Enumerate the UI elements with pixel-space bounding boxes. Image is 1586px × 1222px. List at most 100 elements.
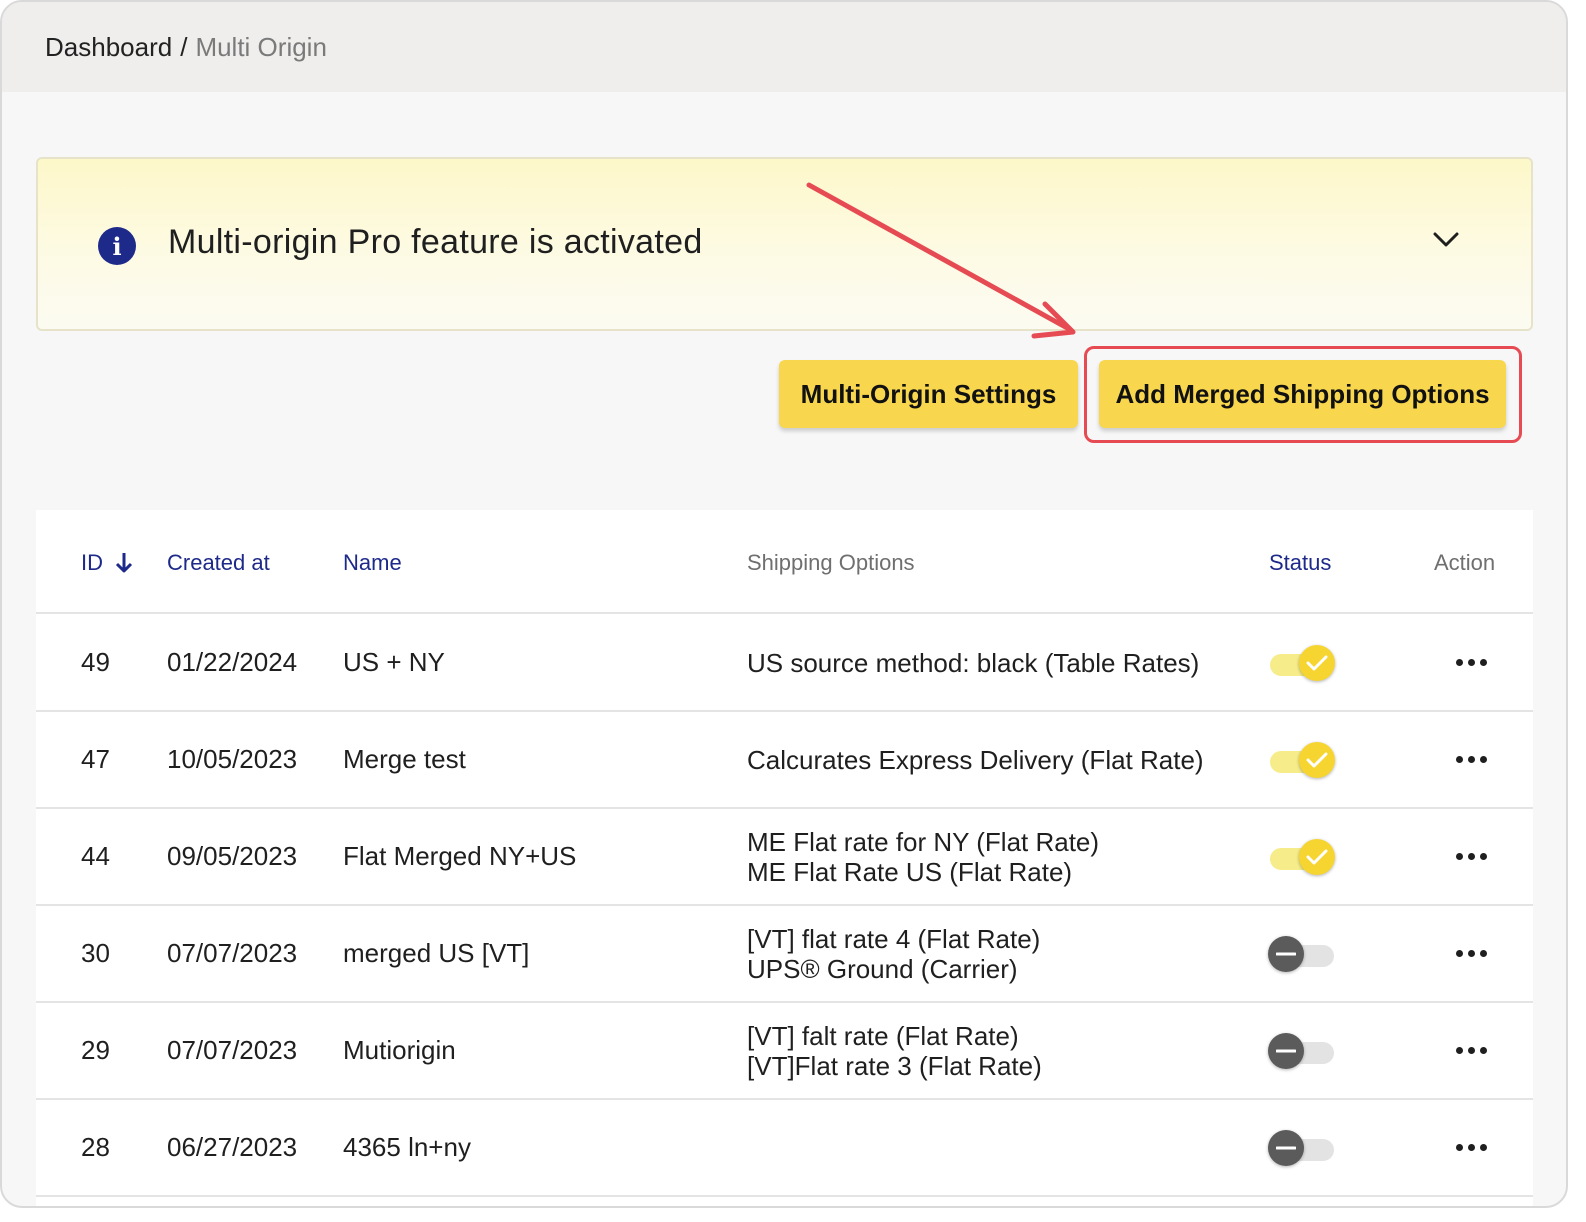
dot [1456,756,1463,763]
cell-shipping-options: [VT] flat rate 4 (Flat Rate) UPS® Ground … [747,906,1040,1001]
more-options-icon[interactable] [1454,750,1489,769]
shipping-option-line: ME Flat Rate US (Flat Rate) [747,856,1073,887]
status-toggle[interactable] [1268,740,1336,780]
cell-status [1268,1003,1336,1098]
column-header-action: Action [1434,550,1496,575]
dot [1456,853,1463,860]
dot [1480,756,1487,763]
dot [1480,853,1487,860]
cell-created-at: 07/07/2023 [167,938,298,968]
cell-shipping-options: [VT] falt rate (Flat Rate) [VT]Flat rate … [747,1003,1042,1098]
cell-shipping-options: ME Flat rate for NY (Flat Rate) ME Flat R… [747,809,1099,904]
check-icon [1299,741,1335,778]
cell-action [1454,809,1489,904]
status-toggle[interactable] [1268,934,1336,974]
cell-action [1454,1100,1489,1195]
cell-action [1454,712,1489,807]
cell-created-at: 09/05/2023 [167,841,298,871]
table-row: 44 09/05/2023 Flat Merged NY+US ME Flat rat… [36,809,1533,906]
cell-status [1268,712,1336,807]
cell-name: Mutiorigin [343,1035,456,1065]
dot [1456,1144,1463,1151]
dot [1468,659,1475,666]
minus-icon [1268,1032,1304,1069]
cell-created-at: 06/27/2023 [167,1132,298,1162]
cell-shipping-options: US source method: black (Table Rates) [747,615,1199,710]
column-header-status[interactable]: Status [1269,550,1331,576]
chevron-down-icon[interactable] [1431,225,1461,255]
dot [1480,950,1487,957]
breadcrumb-separator: / [180,31,188,62]
banner-message: Multi-origin Pro feature is activated [168,223,703,261]
dot [1468,756,1475,763]
table-header: ID Created at Name Shipping Options Stat… [36,510,1533,614]
shipping-option-line: [VT] flat rate 4 (Flat Rate) [747,923,1041,954]
cell-status [1268,1100,1336,1195]
cell-action [1454,906,1489,1001]
more-options-icon[interactable] [1454,847,1489,866]
cell-id: 47 [81,744,110,774]
dot [1468,1047,1475,1054]
dot [1480,1047,1487,1054]
cell-status [1268,615,1336,710]
status-toggle[interactable] [1268,837,1336,877]
annotation-arrow [806,182,1076,339]
dot [1468,853,1475,860]
app-window: Dashboard / Multi Origin i Multi-origin … [0,0,1568,1208]
dot [1480,1144,1487,1151]
check-icon [1299,644,1335,681]
column-header-created-at[interactable]: Created at [167,550,270,576]
cell-status [1268,906,1336,1001]
cell-name: US + NY [343,647,445,677]
feature-banner: i Multi-origin Pro feature is activated [36,157,1533,331]
cell-name: Merge test [343,744,466,774]
breadcrumb-dashboard-link[interactable]: Dashboard [45,32,172,63]
breadcrumb-current: Multi Origin [195,31,327,62]
cell-created-at: 07/07/2023 [167,1035,298,1065]
merged-options-table: ID Created at Name Shipping Options Stat… [36,510,1533,1206]
table-row: 49 01/22/2024 US + NY US source method: bla… [36,615,1533,712]
cell-created-at: 10/05/2023 [167,744,298,774]
cell-action [1454,1003,1489,1098]
breadcrumb: Dashboard / Multi Origin [2,2,1566,92]
shipping-option-line: UPS® Ground (Carrier) [747,953,1018,984]
table-row: 30 07/07/2023 merged US [VT] [VT] flat rate… [36,906,1533,1003]
cell-id: 44 [81,841,110,871]
shipping-option-line: [VT]Flat rate 3 (Flat Rate) [747,1050,1042,1081]
minus-icon [1268,935,1304,972]
add-merged-shipping-options-button[interactable]: Add Merged Shipping Options [1099,360,1506,428]
shipping-option-line: [VT] falt rate (Flat Rate) [747,1020,1019,1051]
cell-name: 4365 ln+ny [343,1132,471,1162]
column-header-name[interactable]: Name [343,550,402,576]
table-row: 47 10/05/2023 Merge test Calcurates Express… [36,712,1533,809]
table-row: 29 07/07/2023 Mutiorigin [VT] falt rate (Fl… [36,1003,1533,1100]
status-toggle[interactable] [1268,643,1336,683]
dot [1468,1144,1475,1151]
table-row: 28 06/27/2023 4365 ln+ny [36,1100,1533,1197]
cell-name: Flat Merged NY+US [343,841,577,871]
check-icon [1299,838,1335,875]
multi-origin-settings-button[interactable]: Multi-Origin Settings [779,360,1078,428]
more-options-icon[interactable] [1454,944,1489,963]
cell-shipping-options: Calcurates Express Delivery (Flat Rate) [747,712,1204,807]
cell-action [1454,615,1489,710]
cell-created-at: 01/22/2024 [167,647,298,677]
dot [1456,1047,1463,1054]
shipping-option-line: US source method: black (Table Rates) [747,647,1200,678]
cell-id: 28 [81,1132,110,1162]
more-options-icon[interactable] [1454,653,1489,672]
column-header-shipping-options: Shipping Options [747,550,915,575]
arrow-down-icon [115,552,133,574]
cell-id: 30 [81,938,110,968]
cell-name: merged US [VT] [343,938,530,968]
status-toggle[interactable] [1268,1031,1336,1071]
status-toggle[interactable] [1268,1128,1336,1168]
cell-id: 49 [81,647,110,677]
more-options-icon[interactable] [1454,1138,1489,1157]
column-header-id[interactable]: ID [81,550,133,576]
cell-id: 29 [81,1035,110,1065]
info-icon: i [98,227,136,265]
dot [1456,950,1463,957]
minus-icon [1268,1129,1304,1166]
more-options-icon[interactable] [1454,1041,1489,1060]
